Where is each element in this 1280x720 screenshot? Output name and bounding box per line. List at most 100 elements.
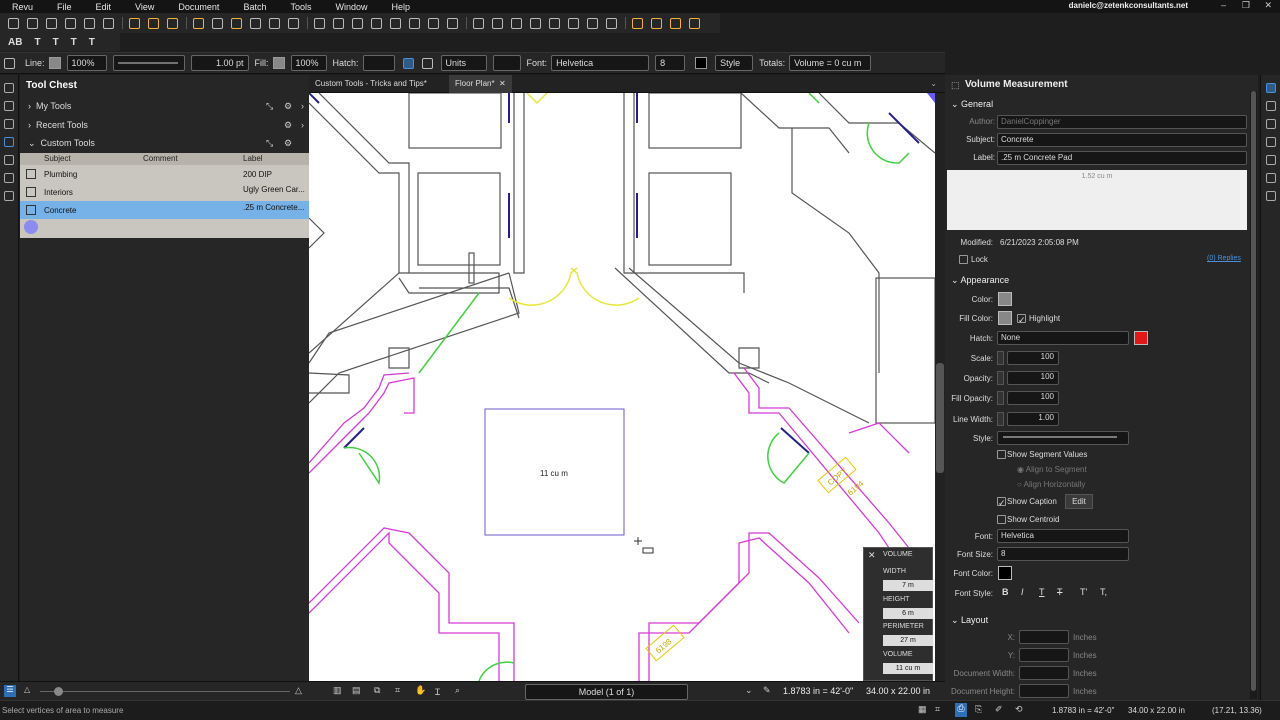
grid-icon[interactable]: ▦ xyxy=(918,704,927,715)
close-icon[interactable]: ✕ xyxy=(868,550,876,561)
polygon-shape-icon[interactable] xyxy=(606,17,617,29)
section-general[interactable]: ⌄ General xyxy=(951,99,993,110)
color-swatch[interactable] xyxy=(998,292,1012,306)
style-dropdown[interactable]: Style xyxy=(715,55,754,71)
snap-markup-icon[interactable]: ⎘ xyxy=(975,704,982,715)
panel-scrollbar[interactable] xyxy=(1250,91,1257,699)
font-dropdown[interactable]: Helvetica xyxy=(997,529,1129,543)
snap-content-icon[interactable]: ⎙ xyxy=(955,703,967,717)
gear-icon[interactable]: ⚙ xyxy=(284,138,292,149)
bold-icon[interactable]: B xyxy=(1002,587,1009,597)
lock-checkbox[interactable] xyxy=(959,255,968,264)
tag-icon[interactable] xyxy=(1266,173,1276,183)
font-color-swatch[interactable] xyxy=(998,566,1012,580)
split-icon[interactable]: ▤ xyxy=(352,685,361,696)
print-icon[interactable] xyxy=(65,17,76,29)
vertical-scrollbar[interactable] xyxy=(935,93,945,681)
spell-check-icon[interactable]: AB xyxy=(8,37,22,48)
section-appearance[interactable]: ⌄ Appearance xyxy=(951,275,1009,286)
arrow-icon[interactable] xyxy=(492,17,503,29)
panel-scroll-thumb[interactable] xyxy=(1251,91,1256,691)
account-email[interactable]: danielc@zetenkconsultants.net xyxy=(1069,1,1188,10)
signatures-icon[interactable] xyxy=(4,173,14,183)
measure-icon[interactable] xyxy=(402,57,414,69)
count-icon[interactable] xyxy=(670,17,681,29)
cloud-icon[interactable] xyxy=(371,17,382,29)
triangle-icon[interactable]: △ xyxy=(295,685,302,696)
search-icon[interactable] xyxy=(1266,119,1276,129)
fill-color-swatch[interactable] xyxy=(998,311,1012,325)
show-segment-values-checkbox[interactable] xyxy=(997,450,1006,459)
label-field[interactable]: .25 m Concrete Pad xyxy=(997,151,1247,165)
font-size-dropdown[interactable]: 8 xyxy=(997,547,1129,561)
arc-icon[interactable] xyxy=(511,17,522,29)
new-icon[interactable] xyxy=(8,17,19,29)
callout-icon[interactable] xyxy=(333,17,344,29)
expand-icon[interactable]: › xyxy=(301,120,304,130)
text-box-icon[interactable] xyxy=(212,17,223,29)
close-tab-icon[interactable]: ✕ xyxy=(497,79,506,88)
properties-icon[interactable] xyxy=(1266,83,1276,93)
underline-icon[interactable]: T xyxy=(1039,587,1045,597)
strikethrough-icon[interactable]: T xyxy=(71,37,77,48)
picture-icon[interactable] xyxy=(428,17,439,29)
line-style-dropdown[interactable] xyxy=(112,55,185,71)
list-icon[interactable]: ☰ xyxy=(4,685,16,697)
zoom-slider-track[interactable] xyxy=(40,691,290,692)
line-width-field[interactable]: 1.00 pt xyxy=(190,55,249,71)
select-area-icon[interactable]: ⌗ xyxy=(395,685,400,696)
style-dropdown[interactable] xyxy=(997,431,1129,445)
snap-grid-icon[interactable]: ⌗ xyxy=(935,704,940,715)
subject-field[interactable]: Concrete xyxy=(997,133,1247,147)
calibrate-icon[interactable]: ✎ xyxy=(763,685,771,696)
line-width-stepper[interactable] xyxy=(997,412,1004,426)
opacity-stepper[interactable] xyxy=(997,371,1004,385)
subscript-icon[interactable]: T, xyxy=(1100,587,1107,597)
y-field[interactable] xyxy=(1019,648,1069,662)
units-dropdown[interactable]: Units xyxy=(440,55,487,71)
show-centroid-checkbox[interactable] xyxy=(997,515,1006,524)
layers-icon[interactable] xyxy=(4,119,14,129)
edit-caption-button[interactable]: Edit xyxy=(1065,494,1093,509)
menu-edit[interactable]: Edit xyxy=(84,2,124,12)
calibrate-icon[interactable] xyxy=(689,17,700,29)
fill-opacity-field[interactable]: 100 xyxy=(1007,391,1059,405)
menu-help[interactable]: Help xyxy=(379,2,422,12)
open-icon[interactable] xyxy=(27,17,38,29)
polygon-icon[interactable] xyxy=(390,17,401,29)
hatch-dropdown[interactable]: None xyxy=(997,331,1129,345)
menu-file[interactable]: File xyxy=(45,2,84,12)
highlighter-icon[interactable] xyxy=(193,17,204,29)
pen-icon[interactable] xyxy=(288,17,299,29)
tab-floor-plan[interactable]: Floor Plan* ✕ xyxy=(449,75,512,93)
scroll-thumb[interactable] xyxy=(936,363,944,473)
drawing-canvas[interactable]: COPY 6194 6198 11 cu m xyxy=(309,93,935,681)
pan-hand-icon[interactable]: ✋ xyxy=(415,685,426,696)
snap-icon[interactable] xyxy=(421,57,433,69)
expand-icon[interactable]: › xyxy=(301,101,304,111)
section-recent-tools[interactable]: › Recent Tools xyxy=(28,120,88,130)
mode-icon[interactable]: ⤡ xyxy=(266,138,273,149)
line-width-field[interactable]: 1.00 xyxy=(1007,412,1059,426)
file-access-icon[interactable] xyxy=(1266,155,1276,165)
close-window-icon[interactable]: ✕ xyxy=(1264,0,1272,11)
sketch-icon[interactable] xyxy=(447,17,458,29)
rectangle-icon[interactable] xyxy=(568,17,579,29)
email-icon[interactable] xyxy=(84,17,95,29)
chevron-down-icon[interactable]: ⌄ xyxy=(930,79,937,88)
ellipse-icon[interactable] xyxy=(587,17,598,29)
replies-link[interactable]: (0) Replies xyxy=(1207,255,1241,262)
column-subject[interactable]: Subject xyxy=(44,154,71,163)
line-opacity-field[interactable]: 100% xyxy=(66,55,107,71)
doc-width-field[interactable] xyxy=(1019,666,1069,680)
crop-icon[interactable]: ⧉ xyxy=(374,685,380,696)
fill-opacity-stepper[interactable] xyxy=(997,391,1004,405)
table-row[interactable]: Interiors Ugly Green Car... xyxy=(20,183,309,201)
page-indicator[interactable]: Model (1 of 1) xyxy=(525,684,688,700)
snapshot-icon[interactable] xyxy=(167,17,178,29)
zoom-icon[interactable]: ⌕ xyxy=(455,685,460,696)
studio-icon[interactable] xyxy=(1266,137,1276,147)
section-custom-tools[interactable]: ⌄ Custom Tools xyxy=(28,138,95,149)
sync-icon[interactable]: ⟲ xyxy=(1015,704,1023,715)
dimension-icon[interactable] xyxy=(549,17,560,29)
